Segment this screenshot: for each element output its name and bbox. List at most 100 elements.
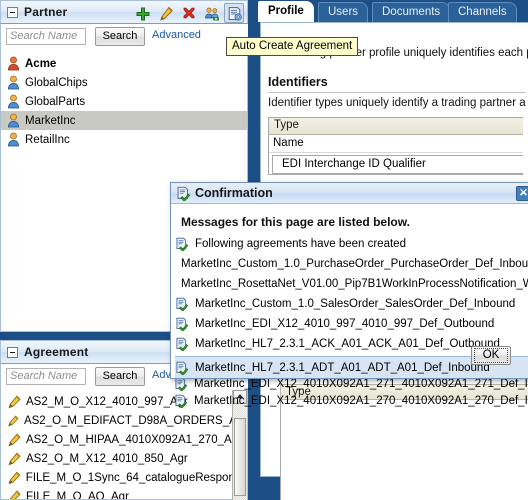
minus-square-icon[interactable] bbox=[7, 7, 18, 18]
add-user-icon bbox=[205, 7, 219, 21]
list-item[interactable]: RetailInc bbox=[1, 130, 247, 149]
tab-strip: Profile Users Documents Channels bbox=[256, 0, 528, 22]
confirmation-dialog: Confirmation Messages for this page are … bbox=[170, 182, 528, 379]
dialog-message-heading: Messages for this page are listed below. bbox=[181, 215, 410, 229]
ok-button-label: OK bbox=[474, 348, 508, 363]
partner-icon bbox=[7, 113, 20, 128]
table-row[interactable]: EDI Interchange ID Qualifier bbox=[273, 156, 523, 173]
dialog-message-label: MarketInc_EDI_X12_4010_997_4010_997_Def_… bbox=[195, 317, 495, 330]
dialog-message-label: MarketInc_RosettaNet_V01.00_Pip7B1WorkIn… bbox=[181, 277, 528, 290]
document-check-icon bbox=[176, 337, 189, 351]
list-item[interactable]: Acme bbox=[1, 54, 247, 73]
list-item-label: AS2_O_M_EDIFACT_D98A_ORDERS_Agr bbox=[23, 414, 247, 427]
list-item[interactable]: FILE_M_O_1Sync_64_catalogueResponse bbox=[1, 468, 247, 487]
list-item[interactable]: GlobalParts bbox=[1, 92, 247, 111]
dialog-message-label: MarketInc_Custom_1.0_SalesOrder_SalesOrd… bbox=[195, 297, 516, 310]
list-item[interactable]: GlobalChips bbox=[1, 73, 247, 92]
host-partner-icon bbox=[7, 56, 20, 71]
dialog-message-label: MarketInc_HL7_2.3.1_ACK_A01_ACK_A01_Def_… bbox=[195, 337, 500, 350]
partner-search-input[interactable]: Search Name bbox=[6, 28, 86, 45]
document-check-icon bbox=[176, 297, 189, 311]
dialog-message-label: MarketInc_Custom_1.0_PurchaseOrder_Purch… bbox=[181, 257, 528, 270]
agreement-icon bbox=[8, 452, 21, 465]
dialog-overflow-row[interactable]: MarketInc_EDI_X12_4010X092A1_271_4010X09… bbox=[174, 377, 528, 391]
list-item-label: GlobalChips bbox=[25, 76, 88, 89]
dialog-message-row[interactable]: MarketInc_Custom_1.0_SalesOrder_SalesOrd… bbox=[175, 293, 528, 314]
dialog-title-bar[interactable]: Confirmation bbox=[171, 183, 528, 204]
identifiers-description: Identifier types uniquely identify a tra… bbox=[268, 97, 526, 109]
pencil-icon bbox=[160, 6, 173, 21]
list-item-label: FILE_M_O_1Sync_64_catalogueResponse bbox=[25, 471, 247, 484]
dialog-message-row[interactable]: MarketInc_EDI_X12_4010_997_4010_997_Def_… bbox=[175, 313, 528, 334]
agreement-icon bbox=[8, 433, 21, 446]
red-x-icon bbox=[183, 7, 195, 19]
list-item-label: AS2_O_M_X12_4010_850_Agr bbox=[26, 452, 188, 465]
partner-icon bbox=[7, 94, 20, 109]
list-item-label: AS2_O_M_HIPAA_4010X092A1_270_Agr bbox=[26, 433, 242, 446]
minus-square-icon[interactable] bbox=[7, 347, 18, 358]
close-icon[interactable] bbox=[516, 186, 528, 201]
ok-button[interactable]: OK bbox=[471, 346, 511, 365]
list-item[interactable]: MarketInc bbox=[1, 111, 247, 130]
tab-channels[interactable]: Channels bbox=[448, 2, 517, 22]
document-check-icon bbox=[176, 317, 189, 331]
dialog-message-label: MarketInc_EDI_X12_4010X092A1_271_4010X09… bbox=[194, 378, 528, 390]
application-window: Partner Search Name Search Advanced Acme… bbox=[0, 0, 528, 500]
partner-panel-title: Partner bbox=[24, 5, 68, 19]
partner-search-row: Search Name Search Advanced bbox=[0, 24, 250, 50]
scrollbar-thumb[interactable] bbox=[234, 418, 246, 496]
list-item-label: RetailInc bbox=[25, 133, 70, 146]
identifiers-table[interactable]: Type Name EDI Interchange ID Qualifier bbox=[268, 117, 523, 175]
list-item-label: Acme bbox=[25, 57, 57, 70]
partner-icon bbox=[7, 132, 20, 147]
identifier-row-group: EDI Interchange ID Qualifier bbox=[272, 155, 523, 174]
agreement-icon bbox=[8, 414, 19, 426]
partner-search-button[interactable]: Search bbox=[95, 27, 145, 46]
list-item-label: GlobalParts bbox=[25, 95, 86, 108]
document-gear-icon bbox=[228, 7, 242, 21]
column-header-name[interactable]: Name bbox=[269, 135, 523, 153]
add-user-button[interactable] bbox=[201, 3, 221, 23]
dialog-message-label: MarketInc_EDI_X12_4010X092A1_270_4010X09… bbox=[194, 395, 528, 407]
agreement-icon bbox=[9, 490, 21, 499]
list-item[interactable]: AS2_O_M_HIPAA_4010X092A1_270_Agr bbox=[1, 430, 247, 449]
background-table-body bbox=[280, 400, 528, 500]
agreement-icon bbox=[8, 471, 21, 484]
tab-users[interactable]: Users bbox=[318, 2, 369, 22]
list-item[interactable]: FILE_M_O_AQ_Agr bbox=[1, 487, 247, 500]
partner-toolbar bbox=[132, 3, 244, 23]
dialog-message-label: Following agreements have been created bbox=[195, 237, 406, 250]
dialog-message-row[interactable]: MarketInc_Custom_1.0_PurchaseOrder_Purch… bbox=[175, 253, 528, 274]
agreement-search-input[interactable]: Search Name bbox=[6, 368, 86, 385]
dialog-message-row[interactable]: MarketInc_RosettaNet_V01.00_Pip7B1WorkIn… bbox=[175, 273, 528, 294]
column-header-type[interactable]: Type bbox=[269, 118, 523, 135]
dialog-message-row[interactable]: Following agreements have been created bbox=[175, 233, 528, 254]
auto-create-agreement-button[interactable] bbox=[224, 3, 244, 23]
dialog-title: Confirmation bbox=[195, 186, 273, 200]
edit-partner-button[interactable] bbox=[155, 3, 175, 23]
tab-profile[interactable]: Profile bbox=[258, 1, 314, 22]
list-item-label: FILE_M_O_AQ_Agr bbox=[26, 490, 129, 500]
delete-partner-button[interactable] bbox=[178, 3, 198, 23]
list-item[interactable]: AS2_O_M_EDIFACT_D98A_ORDERS_Agr bbox=[1, 411, 247, 430]
list-item[interactable]: AS2_O_M_X12_4010_850_Agr bbox=[1, 449, 247, 468]
partner-advanced-link[interactable]: Advanced bbox=[152, 29, 201, 41]
dialog-message-label: MarketInc_HL7_2.3.1_ADT_A01_ADT_A01_Def_… bbox=[195, 361, 490, 374]
tab-documents[interactable]: Documents bbox=[372, 2, 451, 22]
document-check-icon bbox=[176, 237, 189, 251]
create-partner-button[interactable] bbox=[132, 3, 152, 23]
auto-create-agreement-tooltip: Auto Create Agreement bbox=[226, 37, 359, 56]
identifiers-heading: Identifiers bbox=[268, 75, 328, 89]
dialog-overflow-row[interactable]: MarketInc_EDI_X12_4010X092A1_270_4010X09… bbox=[174, 394, 528, 408]
document-check-icon bbox=[175, 377, 188, 391]
document-check-icon bbox=[175, 394, 188, 408]
document-check-icon bbox=[176, 361, 189, 375]
green-plus-icon bbox=[136, 7, 150, 21]
agreement-search-button[interactable]: Search bbox=[95, 367, 145, 386]
partner-icon bbox=[7, 75, 20, 90]
list-item-label: MarketInc bbox=[25, 114, 76, 127]
agreement-panel-title: Agreement bbox=[24, 345, 89, 359]
section-divider bbox=[268, 92, 526, 93]
list-item-label: AS2_M_O_X12_4010_997_Agr bbox=[26, 395, 188, 408]
document-check-icon bbox=[176, 186, 191, 204]
